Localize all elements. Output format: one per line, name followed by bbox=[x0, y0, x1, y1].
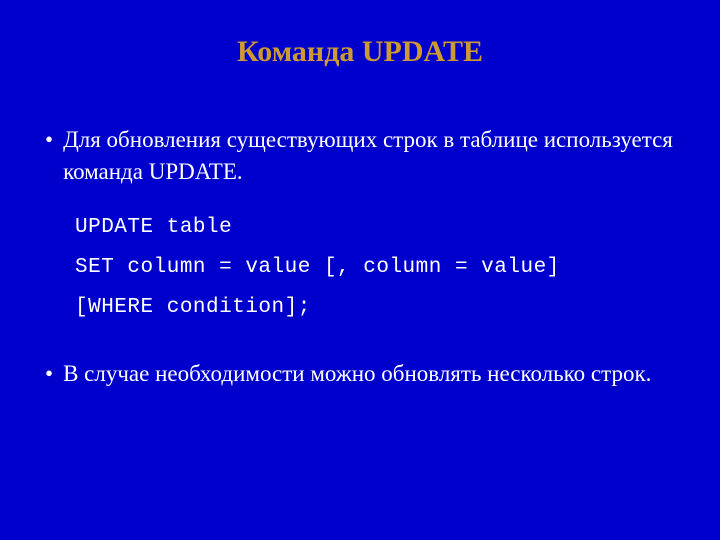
bullet-text: В случае необходимости можно обновлять н… bbox=[63, 358, 651, 390]
bullet-item: • Для обновления существующих строк в та… bbox=[45, 124, 675, 188]
bullet-marker-icon: • bbox=[45, 358, 53, 390]
slide-title: Команда UPDATE bbox=[45, 35, 675, 69]
code-block: UPDATE table SET column = value [, colum… bbox=[75, 208, 675, 328]
bullet-item: • В случае необходимости можно обновлять… bbox=[45, 358, 675, 390]
bullet-text: Для обновления существующих строк в табл… bbox=[63, 124, 675, 188]
bullet-marker-icon: • bbox=[45, 124, 53, 156]
code-line: UPDATE table bbox=[75, 208, 675, 248]
code-line: SET column = value [, column = value] bbox=[75, 248, 675, 288]
code-line: [WHERE condition]; bbox=[75, 288, 675, 328]
